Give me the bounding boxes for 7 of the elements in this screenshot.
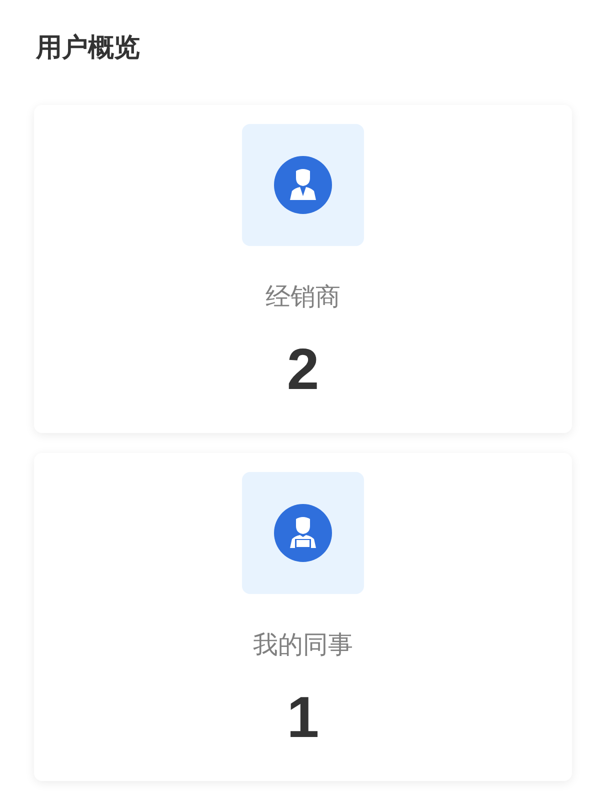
person-tie-icon	[273, 155, 333, 215]
card-label: 经销商	[266, 282, 340, 313]
person-laptop-icon	[273, 503, 333, 563]
user-count: 1	[286, 684, 320, 752]
section-title: 用户概览	[36, 31, 141, 64]
card-label: 我的同事	[253, 630, 353, 661]
user-count: 2	[286, 336, 320, 404]
